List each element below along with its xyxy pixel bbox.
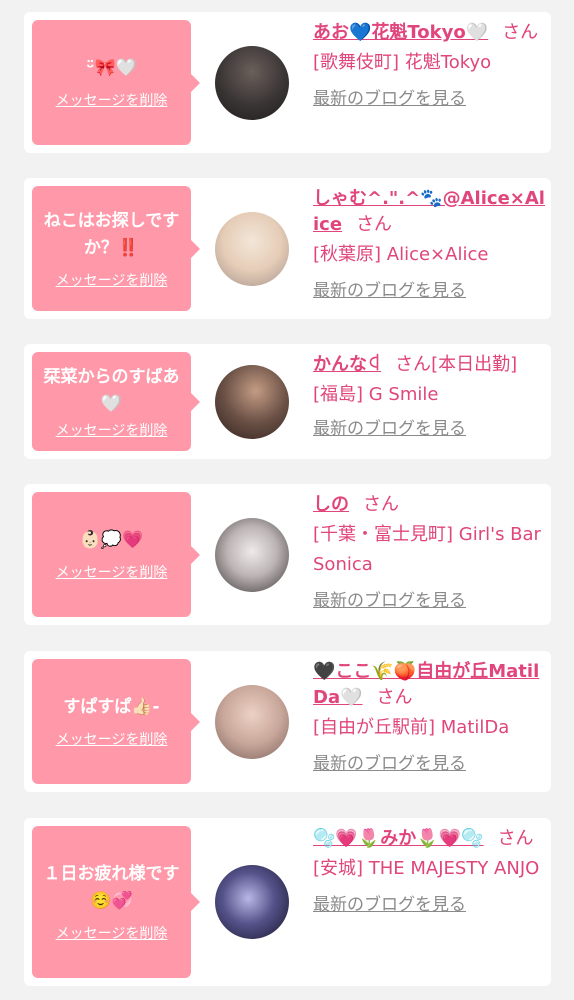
latest-blog-link[interactable]: 最新のブログを見る <box>313 280 545 302</box>
message-card: 👶🏻💭💗 メッセージを削除 しの さん [千葉・富士見町] Girl's Bar … <box>24 484 551 625</box>
message-card: すぱすぱ👍🏻- メッセージを削除 🖤ここ🌾🍑自由が丘MatilDa🤍 さん [自由… <box>24 651 551 792</box>
cast-info: 🫧💗🌷みか🌷💗🫧 さん [安城] THE MAJESTY ANJO 最新のブログを… <box>313 826 545 916</box>
honorific: さん <box>356 214 393 235</box>
shop-label: [安城] THE MAJESTY ANJO <box>313 858 540 879</box>
delete-message-link[interactable]: メッセージを削除 <box>56 92 168 110</box>
message-bubble: １日お疲れ様です☺️💞 メッセージを削除 <box>32 826 200 978</box>
avatar[interactable] <box>215 365 289 439</box>
message-card: 栞菜からのすばあ🤍 メッセージを削除 かんなꒉ さん[本日出勤] [福島] G S… <box>24 344 551 459</box>
message-bubble: すぱすぱ👍🏻- メッセージを削除 <box>32 659 200 784</box>
message-card: ᵕ̈🎀🤍 メッセージを削除 あお💙花魁Tokyo🤍 さん [歌舞伎町] 花魁Tok… <box>24 12 551 153</box>
honorific: さん <box>497 828 534 849</box>
shop-label: [福島] G Smile <box>313 384 439 405</box>
message-bubble: 👶🏻💭💗 メッセージを削除 <box>32 492 200 617</box>
message-text: １日お疲れ様です☺️💞 <box>43 864 180 911</box>
cast-name-link[interactable]: しの <box>313 494 349 515</box>
latest-blog-link[interactable]: 最新のブログを見る <box>313 88 545 110</box>
cast-name-link[interactable]: しゃむ^.".^🐾@Alice×Alice <box>313 188 545 235</box>
message-text: ᵕ̈🎀🤍 <box>86 58 137 78</box>
message-bubble: ねこはお探しですか？‼️ メッセージを削除 <box>32 186 200 311</box>
cast-info: しの さん [千葉・富士見町] Girl's Bar Sonica 最新のブログを… <box>313 492 545 612</box>
message-card: １日お疲れ様です☺️💞 メッセージを削除 🫧💗🌷みか🌷💗🫧 さん [安城] THE… <box>24 818 551 986</box>
message-bubble: ᵕ̈🎀🤍 メッセージを削除 <box>32 20 200 145</box>
cast-info: あお💙花魁Tokyo🤍 さん [歌舞伎町] 花魁Tokyo 最新のブログを見る <box>313 20 545 110</box>
name-line: かんなꒉ さん[本日出勤] <box>313 352 545 378</box>
name-line: 🫧💗🌷みか🌷💗🫧 さん <box>313 826 545 852</box>
cast-info: かんなꒉ さん[本日出勤] [福島] G Smile 最新のブログを見る <box>313 352 545 440</box>
latest-blog-link[interactable]: 最新のブログを見る <box>313 590 545 612</box>
avatar[interactable] <box>215 685 289 759</box>
message-text: 栞菜からのすばあ🤍 <box>43 366 180 414</box>
name-line: あお💙花魁Tokyo🤍 さん <box>313 20 545 46</box>
honorific: さん <box>395 354 432 375</box>
message-card: ねこはお探しですか？‼️ メッセージを削除 しゃむ^.".^🐾@Alice×Al… <box>24 178 551 319</box>
delete-message-link[interactable]: メッセージを削除 <box>56 564 168 582</box>
message-text: 👶🏻💭💗 <box>79 530 144 550</box>
name-line: しの さん <box>313 492 545 518</box>
delete-message-link[interactable]: メッセージを削除 <box>56 925 168 943</box>
name-line: 🖤ここ🌾🍑自由が丘MatilDa🤍 さん <box>313 659 545 711</box>
shop-label: [自由が丘駅前] MatilDa <box>313 717 510 738</box>
avatar[interactable] <box>215 212 289 286</box>
latest-blog-link[interactable]: 最新のブログを見る <box>313 418 545 440</box>
avatar[interactable] <box>215 46 289 120</box>
honorific: さん <box>376 687 413 708</box>
message-text: ねこはお探しですか？‼️ <box>43 210 180 258</box>
shop-label: [歌舞伎町] 花魁Tokyo <box>313 52 492 73</box>
delete-message-link[interactable]: メッセージを削除 <box>56 731 168 749</box>
avatar[interactable] <box>215 865 289 939</box>
cast-info: 🖤ここ🌾🍑自由が丘MatilDa🤍 さん [自由が丘駅前] MatilDa 最新の… <box>313 659 545 775</box>
delete-message-link[interactable]: メッセージを削除 <box>56 272 168 290</box>
avatar[interactable] <box>215 518 289 592</box>
cast-name-link[interactable]: 🫧💗🌷みか🌷💗🫧 <box>313 828 483 849</box>
cast-name-link[interactable]: 🖤ここ🌾🍑自由が丘MatilDa🤍 <box>313 661 539 708</box>
shop-label: [千葉・富士見町] Girl's Bar Sonica <box>313 524 541 575</box>
latest-blog-link[interactable]: 最新のブログを見る <box>313 894 545 916</box>
honorific: さん <box>502 22 539 43</box>
shop-label: [秋葉原] Alice×Alice <box>313 244 489 265</box>
latest-blog-link[interactable]: 最新のブログを見る <box>313 753 545 775</box>
attendance-label: [本日出勤] <box>431 354 518 375</box>
message-bubble: 栞菜からのすばあ🤍 メッセージを削除 <box>32 352 200 451</box>
cast-info: しゃむ^.".^🐾@Alice×Alice さん [秋葉原] Alice×Alic… <box>313 186 545 302</box>
delete-message-link[interactable]: メッセージを削除 <box>56 422 168 440</box>
name-line: しゃむ^.".^🐾@Alice×Alice さん <box>313 186 545 238</box>
honorific: さん <box>363 494 399 515</box>
message-text: すぱすぱ👍🏻- <box>63 697 160 717</box>
cast-name-link[interactable]: あお💙花魁Tokyo🤍 <box>313 22 488 43</box>
cast-name-link[interactable]: かんなꒉ <box>313 354 381 375</box>
